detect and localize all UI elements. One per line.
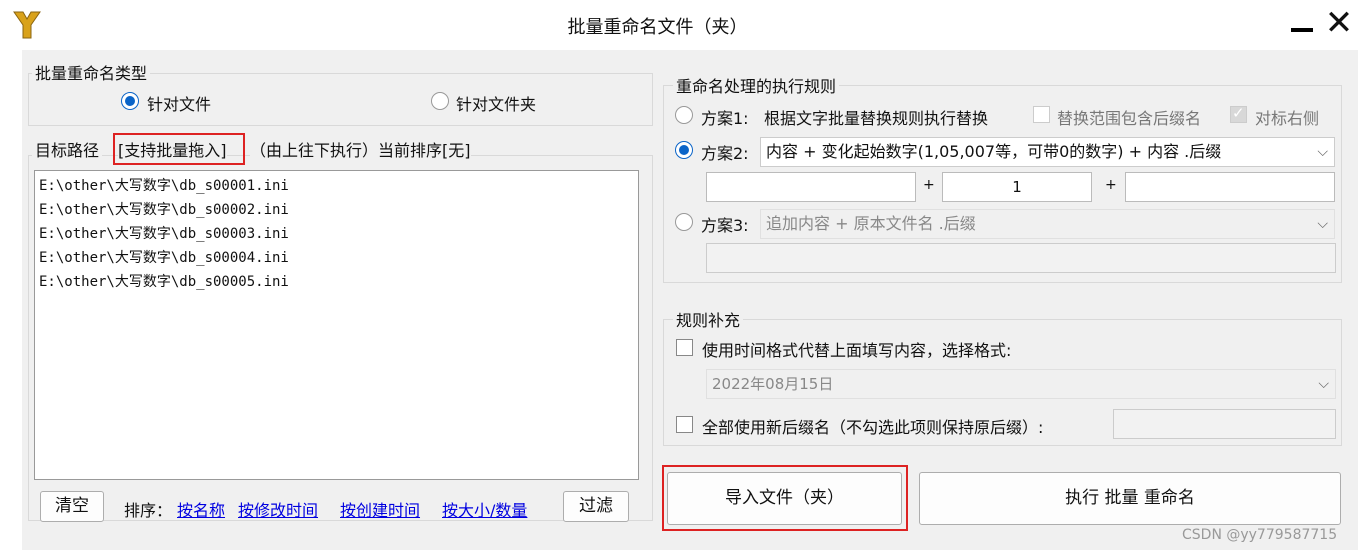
sort-by-modified-link[interactable]: 按修改时间 bbox=[238, 497, 318, 521]
plan2-suffix-input[interactable] bbox=[1125, 172, 1335, 202]
plus-sign-2: + bbox=[1105, 177, 1117, 193]
path-line: E:\other\大写数字\db_s00001.ini bbox=[39, 178, 289, 194]
plus-sign-1: + bbox=[923, 177, 935, 193]
right-align-checkbox[interactable] bbox=[1230, 104, 1247, 123]
plan1-label[interactable]: 方案1: bbox=[701, 105, 749, 129]
target-label-prefix: 目标路径 bbox=[32, 137, 103, 161]
plan2-format-value: 内容 + 变化起始数字(1,05,007等，可带0的数字) + 内容 .后缀 bbox=[766, 142, 1222, 161]
execute-rename-button[interactable]: 执行 批量 重命名 bbox=[919, 472, 1341, 525]
filter-button[interactable]: 过滤 bbox=[563, 491, 629, 522]
radio-folder-label[interactable]: 针对文件夹 bbox=[456, 91, 536, 115]
rules-legend: 重命名处理的执行规则 bbox=[673, 73, 840, 97]
client-area: 批量重命名类型 针对文件 针对文件夹 目标路径 [支持批量拖入] （由上往下执行… bbox=[22, 50, 1358, 550]
type-group-legend: 批量重命名类型 bbox=[32, 60, 151, 84]
rename-window: 批量重命名文件（夹） ✕ 批量重命名类型 针对文件 针对文件夹 目标路径 [支持… bbox=[0, 0, 1365, 555]
minimize-button[interactable] bbox=[1288, 10, 1316, 38]
radio-plan3[interactable] bbox=[675, 213, 693, 231]
new-ext-label: 全部使用新后缀名（不勾选此项则保持原后缀）: bbox=[702, 418, 1044, 437]
path-line: E:\other\大写数字\db_s00005.ini bbox=[39, 274, 289, 290]
close-button[interactable]: ✕ bbox=[1323, 6, 1355, 40]
sort-label: 排序： bbox=[124, 501, 173, 520]
radio-plan2[interactable] bbox=[675, 141, 693, 159]
window-title: 批量重命名文件（夹） bbox=[567, 17, 748, 38]
plan3-label[interactable]: 方案3: bbox=[701, 212, 749, 236]
sort-by-name-link[interactable]: 按名称 bbox=[177, 497, 225, 521]
path-list-textarea[interactable]: E:\other\大写数字\db_s00001.ini E:\other\大写数… bbox=[34, 170, 639, 480]
time-format-select[interactable]: 2022年08月15日 ⌵ bbox=[706, 369, 1336, 399]
title-bar: 批量重命名文件（夹） ✕ bbox=[0, 0, 1365, 50]
radio-file-label[interactable]: 针对文件 bbox=[147, 91, 211, 115]
plan2-start-number-input[interactable]: 1 bbox=[942, 172, 1092, 202]
plan3-format-value: 追加内容 + 原本文件名 .后缀 bbox=[766, 214, 976, 233]
right-align-label: 对标右侧 bbox=[1255, 109, 1320, 128]
plan3-content-input[interactable] bbox=[706, 243, 1336, 273]
plan3-format-select[interactable]: 追加内容 + 原本文件名 .后缀 ⌵ bbox=[760, 209, 1335, 239]
chevron-down-icon: ⌵ bbox=[1317, 216, 1328, 232]
chevron-down-icon: ⌵ bbox=[1317, 144, 1328, 160]
supplement-legend: 规则补充 bbox=[673, 307, 744, 331]
new-ext-checkbox[interactable] bbox=[676, 416, 693, 433]
include-ext-checkbox[interactable] bbox=[1033, 106, 1050, 123]
new-ext-input[interactable] bbox=[1113, 409, 1336, 439]
close-icon: ✕ bbox=[1324, 3, 1354, 43]
watermark-text: CSDN @yy779587715 bbox=[1182, 527, 1338, 543]
minimize-icon bbox=[1291, 28, 1313, 32]
plan2-label[interactable]: 方案2: bbox=[701, 140, 749, 164]
plan1-text: 根据文字批量替换规则执行替换 bbox=[764, 109, 989, 128]
use-time-checkbox[interactable] bbox=[676, 339, 693, 356]
import-button[interactable]: 导入文件（夹） bbox=[667, 472, 902, 525]
path-line: E:\other\大写数字\db_s00003.ini bbox=[39, 226, 289, 242]
target-label-drag: [支持批量拖入] bbox=[118, 137, 227, 161]
plan2-prefix-input[interactable] bbox=[706, 172, 916, 202]
radio-plan1[interactable] bbox=[675, 106, 693, 124]
path-line: E:\other\大写数字\db_s00002.ini bbox=[39, 202, 289, 218]
target-label-suffix: （由上往下执行）当前排序[无] bbox=[250, 137, 471, 161]
use-time-label: 使用时间格式代替上面填写内容，选择格式: bbox=[702, 341, 1012, 360]
radio-folder[interactable] bbox=[431, 92, 449, 110]
sort-by-created-link[interactable]: 按创建时间 bbox=[340, 497, 420, 521]
clear-button[interactable]: 清空 bbox=[40, 491, 104, 522]
include-ext-label: 替换范围包含后缀名 bbox=[1057, 109, 1202, 128]
plan2-format-select[interactable]: 内容 + 变化起始数字(1,05,007等，可带0的数字) + 内容 .后缀 ⌵ bbox=[760, 137, 1335, 167]
radio-file[interactable] bbox=[121, 92, 139, 110]
sort-by-size-link[interactable]: 按大小/数量 bbox=[442, 497, 527, 521]
chevron-down-icon: ⌵ bbox=[1318, 376, 1329, 392]
time-format-value: 2022年08月15日 bbox=[712, 375, 834, 393]
path-line: E:\other\大写数字\db_s00004.ini bbox=[39, 250, 289, 266]
